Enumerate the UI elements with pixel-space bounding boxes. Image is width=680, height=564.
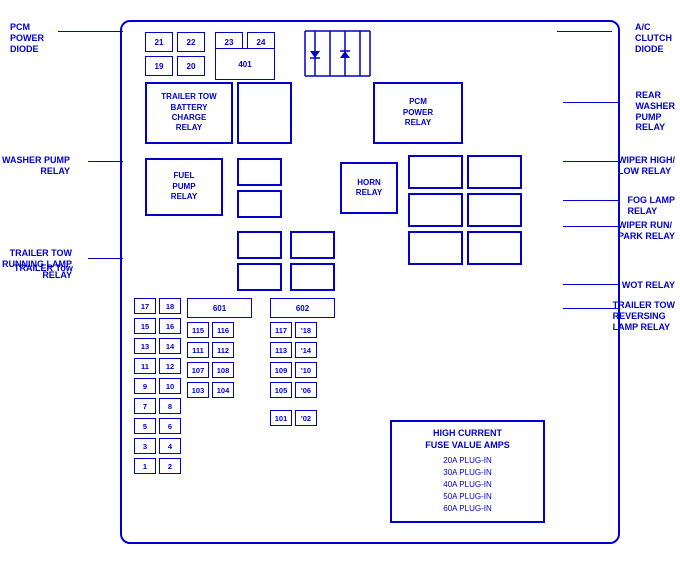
fuse-104: 104 [212, 382, 234, 398]
relay-small-4 [237, 263, 282, 291]
fuse-13: 13 [134, 338, 156, 354]
relay-small-6 [290, 263, 335, 291]
fuse-60a: 60A PLUG-IN [398, 503, 537, 515]
high-current-title: HIGH CURRENTFUSE VALUE AMPS [398, 428, 537, 451]
fuse-110: '10 [295, 362, 317, 378]
ac-diode-line [557, 31, 612, 32]
fuse-11: 11 [134, 358, 156, 374]
group-602: 602 [270, 298, 335, 318]
diode-symbols [295, 26, 375, 81]
fuse-19: 19 [145, 56, 173, 76]
trailer-tow-reversing-label: TRAILER TOWREVERSINGLAMP RELAY [613, 300, 675, 332]
trailer-tow-battery-relay: TRAILER TOWBATTERYCHARGERELAY [145, 82, 233, 144]
fuse-117: 117 [270, 322, 292, 338]
fuse-20: 20 [177, 56, 205, 76]
ac-clutch-diode-label: A/CCLUTCHDIODE [635, 22, 672, 54]
fuse-14: 14 [159, 338, 181, 354]
fuse-115: 115 [187, 322, 209, 338]
washer-pump-line [88, 161, 123, 162]
fog-lamp-relay-label: FOG LAMPRELAY [628, 195, 676, 217]
fuse-3: 3 [134, 438, 156, 454]
wot-relay-line [563, 284, 618, 285]
fuse-1: 1 [134, 458, 156, 474]
wiper-high-low-relay-label: WIPER HIGH/LOW RELAY [618, 155, 675, 177]
fuse-30a: 30A PLUG-IN [398, 467, 537, 479]
fuse-6: 6 [159, 418, 181, 434]
rear-washer-pump-relay-label: REARWASHERPUMPRELAY [635, 90, 675, 133]
washer-pump-relay-label: WASHER PUMPRELAY [2, 155, 70, 177]
fuse-109: 109 [270, 362, 292, 378]
fuse-16: 16 [159, 318, 181, 334]
relay-right-5 [408, 231, 463, 265]
fuse-50a: 50A PLUG-IN [398, 491, 537, 503]
fuse-103: 103 [187, 382, 209, 398]
wiper-run-park-line [563, 226, 618, 227]
fuse-22: 22 [177, 32, 205, 52]
fuel-pump-relay: FUELPUMPRELAY [145, 158, 223, 216]
relay-small-3 [237, 231, 282, 259]
fuse-112: 112 [212, 342, 234, 358]
pcm-power-relay: PCMPOWERRELAY [373, 82, 463, 144]
fuse-18: 18 [159, 298, 181, 314]
fuse-7: 7 [134, 398, 156, 414]
fuse-21: 21 [145, 32, 173, 52]
relay-small-2 [237, 190, 282, 218]
fuse-2: 2 [159, 458, 181, 474]
relay-right-2 [467, 155, 522, 189]
fuse-15: 15 [134, 318, 156, 334]
fuse-107: 107 [187, 362, 209, 378]
pcm-power-diode-label: PCMPOWERDIODE [10, 22, 44, 54]
fuse-114: '14 [295, 342, 317, 358]
relay-small-5 [290, 231, 335, 259]
fuse-111: 111 [187, 342, 209, 358]
trailer-tow-running-line [88, 258, 123, 259]
relay-right-4 [467, 193, 522, 227]
wot-relay-label: WOT RELAY [622, 280, 675, 291]
rear-washer-line [563, 102, 618, 103]
fuse-101: 101 [270, 410, 292, 426]
fuse-5: 5 [134, 418, 156, 434]
fuse-113: 113 [270, 342, 292, 358]
horn-relay: HORNRELAY [340, 162, 398, 214]
wiper-high-low-line [563, 161, 618, 162]
relay-right-6 [467, 231, 522, 265]
relay-right-3 [408, 193, 463, 227]
fuse-20a: 20A PLUG-IN [398, 455, 537, 467]
wiper-run-park-relay-label: WIPER RUN/PARK RELAY [618, 220, 675, 242]
empty-relay-1 [237, 82, 292, 144]
fog-lamp-line [563, 200, 618, 201]
trailer-tow-text: TRAILER Tow [14, 263, 73, 273]
fuse-118: '18 [295, 322, 317, 338]
fuse-108: 108 [212, 362, 234, 378]
fuse-4: 4 [159, 438, 181, 454]
relay-small-1 [237, 158, 282, 186]
fuse-40a: 40A PLUG-IN [398, 479, 537, 491]
fuse-12: 12 [159, 358, 181, 374]
trailer-tow-reversing-line [563, 308, 618, 309]
fuse-105: 105 [270, 382, 292, 398]
fuse-116: 116 [212, 322, 234, 338]
fuse-9: 9 [134, 378, 156, 394]
group-601: 601 [187, 298, 252, 318]
fuse-17: 17 [134, 298, 156, 314]
fuse-8: 8 [159, 398, 181, 414]
fuse-10: 10 [159, 378, 181, 394]
fuse-106: '06 [295, 382, 317, 398]
fuse-102: '02 [295, 410, 317, 426]
relay-right-1 [408, 155, 463, 189]
fuse-401: 401 [215, 48, 275, 80]
high-current-fuse-box: HIGH CURRENTFUSE VALUE AMPS 20A PLUG-IN … [390, 420, 545, 523]
pcm-diode-line [58, 31, 123, 32]
